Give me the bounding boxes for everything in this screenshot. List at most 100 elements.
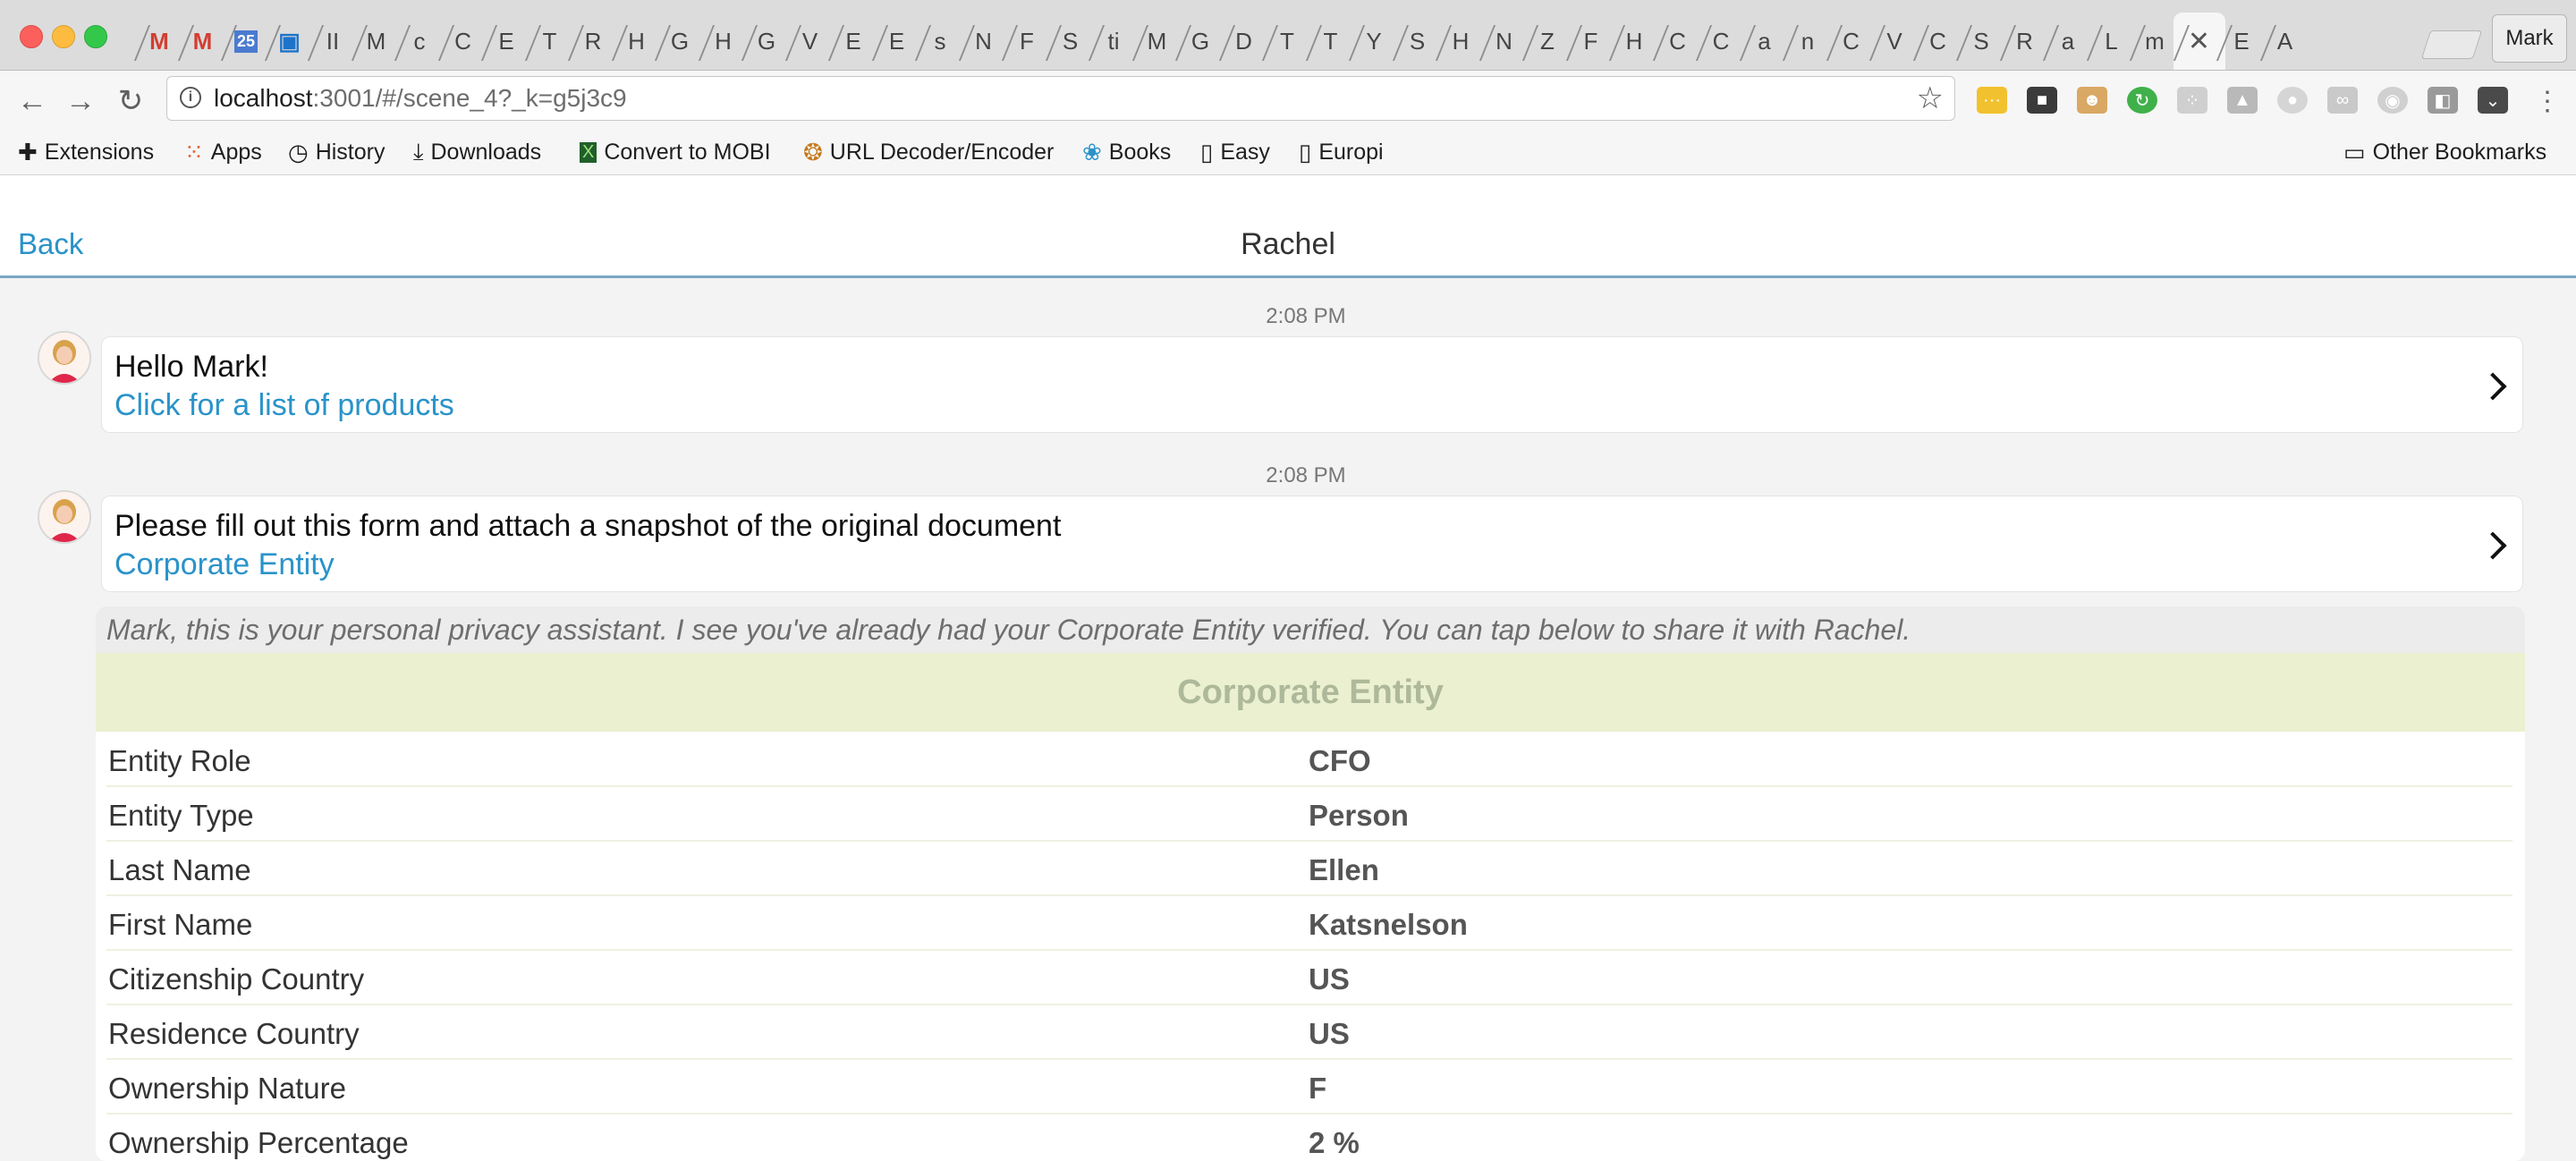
avatar <box>38 331 91 385</box>
bookmarks-bar: ✚ Extensions ⁙ Apps ◷ History ⤓ Download… <box>0 130 2576 175</box>
extension-drive-icon[interactable]: ▲ <box>2227 87 2258 114</box>
bookmark-star-icon[interactable]: ☆ <box>1917 81 1944 116</box>
apps-grid-icon: ⁙ <box>184 138 204 165</box>
chat-title: Rachel <box>1241 227 1335 261</box>
form-row: Citizenship Country US <box>106 955 2512 1005</box>
url-path: :3001/#/scene_4?_k=g5j3c9 <box>312 84 627 112</box>
message-bubble[interactable]: Please fill out this form and attach a s… <box>101 496 2523 592</box>
bookmark-history[interactable]: ◷ History <box>288 137 385 167</box>
tab-label: M <box>366 27 386 55</box>
bookmark-label: History <box>315 139 386 165</box>
extension-square-icon[interactable]: ◧ <box>2428 87 2458 114</box>
tab-label: T <box>1323 27 1338 55</box>
close-window-button[interactable] <box>20 25 43 48</box>
tab-label: N <box>1496 27 1513 55</box>
download-icon: ⤓ <box>413 138 424 165</box>
extension-bulb-icon[interactable]: ● <box>2277 87 2308 114</box>
extension-circle-icon[interactable]: ◉ <box>2377 87 2408 114</box>
tab-label: c <box>413 27 426 55</box>
minimize-window-button[interactable] <box>52 25 75 48</box>
chevron-right-icon[interactable] <box>2479 531 2507 560</box>
zoom-window-button[interactable] <box>84 25 107 48</box>
tab-label: M <box>192 27 213 55</box>
url-text[interactable]: localhost:3001/#/scene_4?_k=g5j3c9 <box>214 84 627 113</box>
reload-icon[interactable]: ↻ <box>111 81 150 121</box>
tab-label: Y <box>1366 27 1382 55</box>
tab-label: S <box>1062 27 1079 55</box>
tab-label: s <box>934 27 946 55</box>
privacy-assistant-card[interactable]: Mark, this is your personal privacy assi… <box>96 606 2525 1161</box>
avatar <box>38 490 91 544</box>
address-bar[interactable]: i localhost:3001/#/scene_4?_k=g5j3c9 ☆ <box>166 76 1955 121</box>
bookmark-apps[interactable]: ⁙ Apps <box>184 137 262 167</box>
puzzle-icon: ✚ <box>18 138 38 165</box>
field-label: Ownership Nature <box>108 1072 346 1105</box>
tab-label: C <box>1929 27 1946 55</box>
bookmark-books[interactable]: ❀ Books <box>1082 137 1171 167</box>
tab-label: H <box>1452 27 1470 55</box>
form-row: Residence Country US <box>106 1010 2512 1060</box>
browser-toolbar: ← → ↻ i localhost:3001/#/scene_4?_k=g5j3… <box>0 71 2576 130</box>
avatar-photo-icon <box>39 492 89 542</box>
extension-tabs-icon[interactable]: ■ <box>2027 87 2057 114</box>
field-label: Citizenship Country <box>108 962 365 996</box>
tab-label: m <box>2145 27 2165 55</box>
forward-arrow-icon[interactable]: → <box>61 81 100 121</box>
profile-button[interactable]: Mark <box>2492 14 2567 63</box>
tab-label: S <box>1973 27 1989 55</box>
bookmark-other[interactable]: ▭ Other Bookmarks <box>2343 137 2546 167</box>
field-value: Person <box>1309 799 1409 832</box>
extension-refresh-icon[interactable]: ↻ <box>2127 87 2157 114</box>
tab-label: S <box>1409 27 1426 55</box>
message-bubble[interactable]: Hello Mark! Click for a list of products <box>101 336 2523 433</box>
browser-tab[interactable]: A <box>2260 13 2310 70</box>
chat-nav-bar: Rachel Back <box>0 175 2576 278</box>
bookmark-label: Convert to MOBI <box>604 139 771 165</box>
extension-face-icon[interactable]: ☻ <box>2077 87 2107 114</box>
tab-close-icon[interactable]: ✕ <box>2188 26 2210 57</box>
field-value: Katsnelson <box>1309 908 1468 941</box>
tab-label: C <box>1712 27 1730 55</box>
form-row: Last Name Ellen <box>106 846 2512 896</box>
page-icon: ▯ <box>1299 138 1312 165</box>
corporate-entity-link[interactable]: Corporate Entity <box>114 547 335 582</box>
tab-label: E <box>888 27 905 55</box>
field-label: Residence Country <box>108 1017 360 1050</box>
products-link[interactable]: Click for a list of products <box>114 388 454 423</box>
menu-dots-icon[interactable]: ⋮ <box>2528 81 2567 121</box>
tab-label: C <box>1669 27 1686 55</box>
bookmark-downloads[interactable]: ⤓ Downloads <box>413 137 541 167</box>
chevron-right-icon[interactable] <box>2479 372 2507 401</box>
tab-list: M M 25 ▣ II Mc C E T R H G H G V E Es N F Sti M G D T T Y S H N Z F H C C… <box>134 13 2424 70</box>
bookmark-label: URL Decoder/Encoder <box>829 139 1055 165</box>
tab-label: T <box>1280 27 1294 55</box>
tab-label: H <box>1625 27 1643 55</box>
new-tab-button[interactable] <box>2420 30 2483 59</box>
bookmark-url-decoder[interactable]: ❂ URL Decoder/Encoder <box>803 137 1054 167</box>
bookmark-convert-mobi[interactable]: X Convert to MOBI <box>580 137 771 167</box>
tab-label: R <box>2016 27 2033 55</box>
tab-label: V <box>1886 27 1902 55</box>
field-label: Last Name <box>108 853 251 886</box>
bookmark-europi[interactable]: ▯ Europi <box>1299 137 1384 167</box>
bookmark-label: Downloads <box>430 139 542 165</box>
tab-label: G <box>757 27 776 55</box>
chat-page: Rachel Back 2:08 PM Hello Mark! Click fo… <box>0 175 2576 1161</box>
extension-notes-icon[interactable]: ··· <box>1977 87 2007 114</box>
bookmark-easy[interactable]: ▯ Easy <box>1200 137 1270 167</box>
field-value: 2 % <box>1309 1126 1360 1159</box>
tab-strip: M M 25 ▣ II Mc C E T R H G H G V E Es N F Sti M G D T T Y S H N Z F H C C… <box>0 0 2576 71</box>
extension-glasses-icon[interactable]: ∞ <box>2327 87 2358 114</box>
back-button[interactable]: Back <box>18 227 83 261</box>
tab-label: A <box>2276 27 2293 55</box>
form-row: Entity Type Person <box>106 792 2512 842</box>
field-value: US <box>1309 1017 1350 1050</box>
browser-tab[interactable]: m <box>2130 13 2180 70</box>
bookmark-extensions[interactable]: ✚ Extensions <box>18 137 154 167</box>
extension-grid-icon[interactable]: ⁘ <box>2177 87 2207 114</box>
tab-label: D <box>1235 27 1252 55</box>
info-icon[interactable]: i <box>180 87 201 108</box>
back-arrow-icon[interactable]: ← <box>13 81 52 121</box>
tab-label: n <box>1801 27 1815 55</box>
pocket-icon[interactable]: ⌄ <box>2478 87 2508 114</box>
